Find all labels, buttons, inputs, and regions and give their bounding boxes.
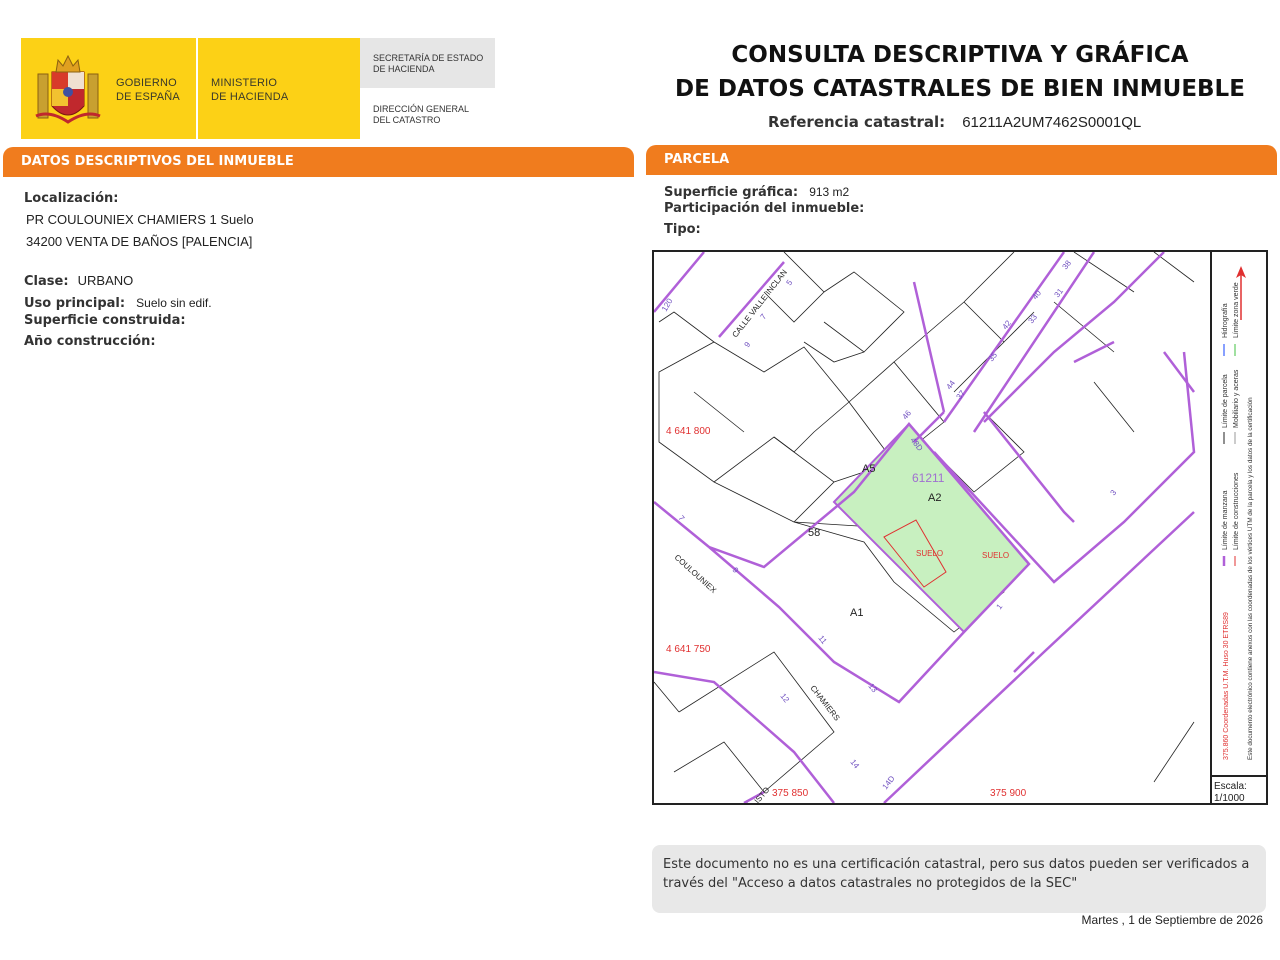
map-num: 120 (660, 296, 675, 313)
gov-label: GOBIERNO DE ESPAÑA (116, 76, 180, 104)
legend-hidro: Hidrografía (1222, 303, 1229, 338)
secretary-label: SECRETARÍA DE ESTADO DE HACIENDA (373, 53, 483, 75)
map-num: 3 (1108, 488, 1118, 497)
map-num: 9 (742, 340, 752, 349)
tipo-label: Tipo: (664, 222, 701, 237)
map-label-a2: A2 (928, 492, 941, 504)
map-label-a1: A1 (850, 607, 863, 619)
map-num: 11 (816, 634, 829, 647)
document-title: CONSULTA DESCRIPTIVA Y GRÁFICA DE DATOS … (650, 38, 1270, 106)
directorate-line1: DIRECCIÓN GENERAL (373, 104, 470, 114)
map-num: 40 (1030, 288, 1043, 301)
map-coord-y1: 4 641 800 (666, 426, 711, 437)
title-line1: CONSULTA DESCRIPTIVA Y GRÁFICA (731, 42, 1189, 68)
legend-constr: Límite de construcciones (1233, 472, 1240, 550)
map-num: 46 (900, 408, 913, 421)
map-num: 38 (1060, 258, 1073, 271)
legend-cert-note: Este documento electrónico contiene anex… (1247, 397, 1254, 760)
logo-divider (196, 38, 198, 139)
ministry-label: MINISTERIO DE HACIENDA (211, 76, 288, 104)
gov-line1: GOBIERNO (116, 77, 177, 89)
participacion-label: Participación del inmueble: (664, 201, 865, 216)
map-drawing: A5 A2 A1 58 61211 SUELO SUELO CALLE VALL… (654, 252, 1196, 803)
legend-scale-divider (1210, 775, 1268, 777)
secretary-line2: DE HACIENDA (373, 64, 435, 74)
legend-coords: 375.860 Coordenadas U.T.M. Huso 30 ETRS8… (1223, 612, 1230, 760)
reference-value: 61211A2UM7462S0001QL (962, 114, 1142, 131)
map-coord-x1: 375 850 (772, 788, 809, 799)
map-num: 14D (880, 774, 896, 791)
section-header-parcela: PARCELA (646, 145, 1277, 173)
cadastral-reference: Referencia catastral: 61211A2UM7462S0001… (768, 112, 1141, 131)
superficie-grafica-label: Superficie gráfica: (664, 185, 799, 200)
section-title-datos: DATOS DESCRIPTIVOS DEL INMUEBLE (21, 154, 294, 169)
section-header-datos: DATOS DESCRIPTIVOS DEL INMUEBLE (3, 147, 634, 175)
map-num: 44 (944, 378, 957, 391)
map-parcel-id: 61211 (912, 471, 945, 485)
directorate-line2: DEL CATASTRO (373, 115, 441, 125)
map-num: 12 (778, 692, 791, 705)
document-date: Martes , 1 de Septiembre de 2026 (1081, 913, 1263, 927)
scale-label: Escala: (1214, 781, 1247, 792)
map-num: 5 (784, 278, 794, 287)
uso-label: Uso principal: (24, 296, 126, 311)
map-num: 1 (994, 602, 1004, 611)
map-street-coul: COULOUNIEX (673, 553, 719, 596)
legend-verde: Límite zona verde (1233, 282, 1240, 338)
uso-value: Suelo sin edif. (136, 296, 212, 310)
legend-divider (1210, 250, 1212, 805)
scale-block: Escala: 1/1000 (1214, 781, 1247, 805)
disclaimer-text: Este documento no es una certificación c… (663, 857, 1250, 891)
anio-construccion-label: Año construcción: (24, 334, 156, 349)
map-coord-x2: 375 900 (990, 788, 1027, 799)
map-street-valle: CALLE VALLE INCLAN (730, 268, 789, 339)
map-legend: Límite de manzana Límite de parcela Hidr… (1210, 250, 1268, 805)
superficie-row: Superficie gráfica: 913 m2 (664, 181, 849, 200)
legend-items: Límite de manzana Límite de parcela Hidr… (1222, 282, 1254, 760)
secretary-line1: SECRETARÍA DE ESTADO (373, 53, 484, 63)
map-num: 14 (848, 758, 861, 771)
map-num: 42 (1000, 318, 1013, 331)
ministry-line1: MINISTERIO (211, 77, 278, 89)
directorate-label: DIRECCIÓN GENERAL DEL CATASTRO (373, 104, 469, 126)
legend-manzana: Límite de manzana (1222, 490, 1229, 550)
legend-parcela: Límite de parcela (1222, 374, 1229, 428)
map-label-a5: A5 (862, 463, 875, 475)
map-label-suelo2: SUELO (982, 551, 1009, 560)
cadastral-map[interactable]: A5 A2 A1 58 61211 SUELO SUELO CALLE VALL… (652, 250, 1268, 805)
scale-value: 1/1000 (1214, 793, 1245, 804)
map-label-58: 58 (808, 527, 820, 539)
uso-row: Uso principal: Suelo sin edif. (24, 292, 212, 311)
clase-row: Clase: URBANO (24, 270, 133, 289)
superficie-grafica-value: 913 m2 (809, 185, 850, 199)
map-num: 33 (1026, 312, 1039, 325)
map-coord-y2: 4 641 750 (666, 644, 711, 655)
map-num: 35 (986, 350, 999, 363)
superficie-construida-label: Superficie construida: (24, 313, 186, 328)
address-line1: PR COULOUNIEX CHAMIERS 1 Suelo (26, 212, 254, 227)
map-label-suelo1: SUELO (916, 549, 943, 558)
map-street-cham: CHAMIERS (808, 684, 841, 723)
gov-line2: DE ESPAÑA (116, 91, 180, 103)
map-num: 3 (654, 252, 659, 254)
clase-value: URBANO (77, 273, 134, 288)
section-title-parcela: PARCELA (664, 152, 730, 167)
section-underline-right (646, 173, 1277, 175)
clase-label: Clase: (24, 274, 69, 289)
localizacion-label: Localización: (24, 191, 119, 206)
coat-of-arms-icon (35, 54, 101, 124)
legend-mobil: Mobiliario y aceras (1233, 369, 1240, 428)
section-underline-left (3, 175, 634, 177)
title-line2: DE DATOS CATASTRALES DE BIEN INMUEBLE (675, 76, 1245, 102)
ministry-line2: DE HACIENDA (211, 91, 289, 103)
map-num: 7 (758, 312, 768, 321)
reference-label: Referencia catastral: (768, 113, 946, 131)
address-line2: 34200 VENTA DE BAÑOS [PALENCIA] (26, 234, 253, 249)
